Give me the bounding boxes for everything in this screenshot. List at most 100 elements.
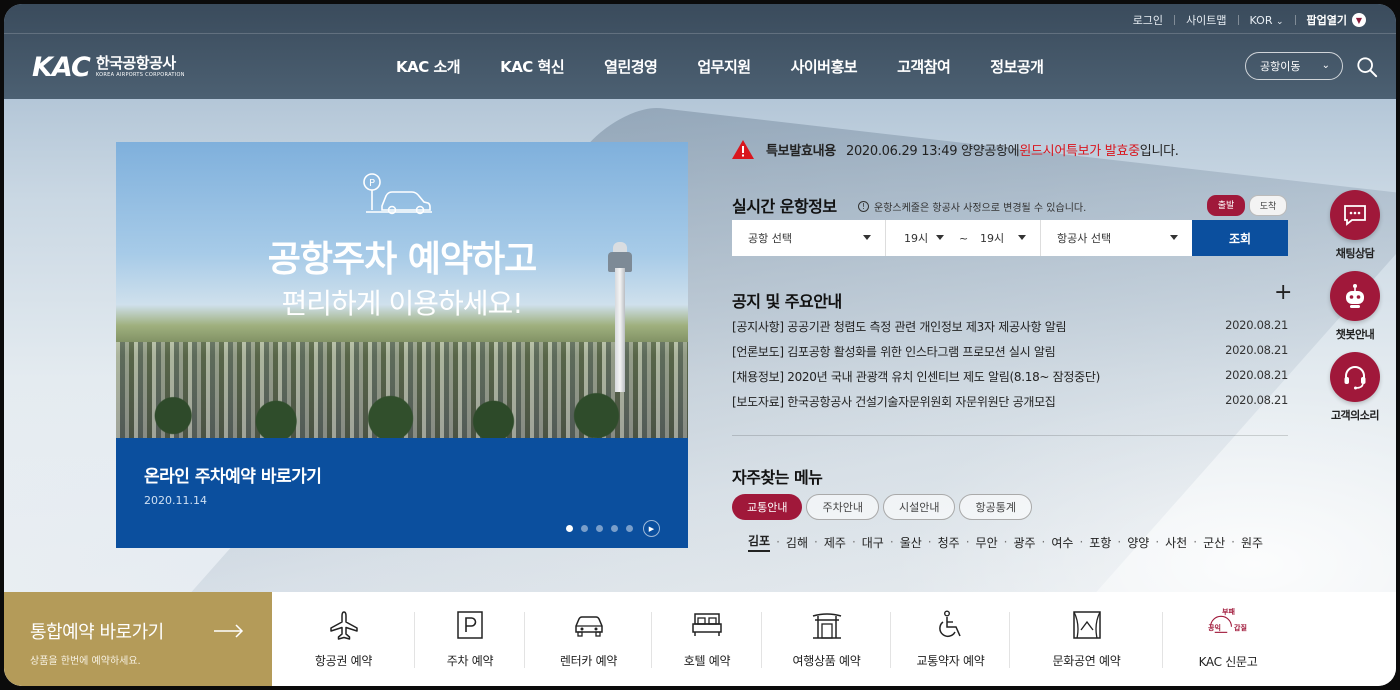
notice-item[interactable]: [언론보도] 김포공항 활성화를 위한 인스타그램 프로모션 실시 알림 2020… bbox=[732, 343, 1288, 368]
kac-sinmungo-button[interactable]: 부패 공익 갑질 KAC 신문고 bbox=[1163, 592, 1293, 686]
integrated-booking-link[interactable]: 통합예약 바로가기 상품을 한번에 예약하세요. bbox=[4, 592, 272, 686]
popup-open-button[interactable]: 팝업열기 ▼ bbox=[1307, 12, 1366, 28]
gnb-item[interactable]: KAC 혁신 bbox=[500, 56, 565, 77]
tour-booking-label: 여행상품 예약 bbox=[792, 653, 861, 668]
notice-item[interactable]: [보도자료] 한국공항공사 건설기술자문위원회 자문위원단 공개모집 2020.0… bbox=[732, 393, 1288, 418]
slide-dot[interactable] bbox=[566, 525, 573, 532]
city-link[interactable]: 울산 bbox=[900, 534, 922, 551]
sitemap-link[interactable]: 사이트맵 bbox=[1186, 12, 1226, 28]
flight-search-button[interactable]: 조회 bbox=[1192, 220, 1288, 256]
city-link[interactable]: 양양 bbox=[1127, 534, 1149, 551]
gnb-item[interactable]: 고객참여 bbox=[897, 56, 951, 77]
city-link[interactable]: 여수 bbox=[1051, 534, 1073, 551]
rentcar-booking-button[interactable]: 렌터카 예약 bbox=[525, 592, 652, 686]
language-select[interactable]: KOR ⌄ bbox=[1250, 14, 1284, 27]
time-from[interactable]: 19시 bbox=[904, 230, 928, 246]
hotel-booking-button[interactable]: 호텔 예약 bbox=[652, 592, 762, 686]
tab-facility[interactable]: 시설안내 bbox=[882, 494, 956, 520]
plus-icon[interactable]: + bbox=[1274, 282, 1292, 304]
city-separator: · bbox=[1155, 535, 1160, 549]
hero-caption-title[interactable]: 온라인 주차예약 바로가기 bbox=[144, 462, 322, 487]
notice-text: [채용정보] 2020년 국내 관광객 유치 인센티브 제도 알림(8.18~ … bbox=[732, 370, 1101, 384]
logo-korean: 한국공항공사 bbox=[95, 54, 176, 73]
slide-dot[interactable] bbox=[581, 525, 588, 532]
frequent-menu-title: 자주찾는 메뉴 bbox=[732, 468, 823, 487]
parking-icon bbox=[457, 610, 483, 639]
slide-dot[interactable] bbox=[611, 525, 618, 532]
tab-traffic[interactable]: 교통안내 bbox=[732, 494, 803, 520]
airport-select-label: 공항 선택 bbox=[748, 232, 792, 245]
airline-select[interactable]: 항공사 선택 bbox=[1041, 220, 1192, 256]
search-icon[interactable] bbox=[1356, 56, 1378, 78]
gnb-item[interactable]: 열린경영 bbox=[604, 56, 658, 77]
notice-item[interactable]: [채용정보] 2020년 국내 관광객 유치 인센티브 제도 알림(8.18~ … bbox=[732, 368, 1288, 393]
culture-booking-button[interactable]: 문화공연 예약 bbox=[1010, 592, 1163, 686]
badge-right-text: 갑질 bbox=[1234, 623, 1247, 632]
logo-mark: KAC bbox=[32, 52, 91, 83]
chat-consult-button[interactable]: 채팅상담 bbox=[1320, 190, 1390, 261]
tab-parking[interactable]: 주차안내 bbox=[806, 494, 879, 520]
chatbot-button[interactable]: 챗봇안내 bbox=[1320, 271, 1390, 342]
notice-title: 공지 및 주요안내 bbox=[732, 292, 842, 311]
gnb-item[interactable]: KAC 소개 bbox=[396, 56, 461, 77]
slide-dot[interactable] bbox=[596, 525, 603, 532]
palm-trees-image bbox=[116, 382, 688, 438]
caret-down-icon bbox=[1170, 235, 1178, 240]
flight-booking-button[interactable]: 항공권 예약 bbox=[272, 592, 415, 686]
city-link[interactable]: 포항 bbox=[1089, 534, 1111, 551]
chat-icon bbox=[1330, 190, 1380, 240]
quick-booking-bar: 통합예약 바로가기 상품을 한번에 예약하세요. 항공권 예약 주차 예약 렌터… bbox=[4, 592, 1396, 686]
city-link[interactable]: 광주 bbox=[1013, 534, 1035, 551]
hotel-booking-label: 호텔 예약 bbox=[683, 653, 731, 668]
notice-item[interactable]: [공지사항] 공공기관 청렴도 측정 관련 개인정보 제3자 제공사항 알림 20… bbox=[732, 318, 1288, 343]
city-separator: · bbox=[927, 535, 932, 549]
parking-booking-button[interactable]: 주차 예약 bbox=[415, 592, 525, 686]
kac-logo[interactable]: KAC 한국공항공사 KOREA AIRPORTS CORPORATION bbox=[32, 54, 185, 81]
time-range-select[interactable]: 19시 ~ 19시 bbox=[886, 220, 1041, 256]
hero-title: 공항주차 예약하고 bbox=[267, 239, 538, 280]
mobility-booking-button[interactable]: 교통약자 예약 bbox=[891, 592, 1010, 686]
caret-down-icon bbox=[863, 235, 871, 240]
util-divider bbox=[1237, 15, 1239, 25]
alert-text-highlight: 윈드시어특보가 발효중 bbox=[1019, 144, 1140, 159]
gnb-item[interactable]: 업무지원 bbox=[697, 56, 751, 77]
tour-booking-button[interactable]: 여행상품 예약 bbox=[762, 592, 891, 686]
language-label: KOR bbox=[1249, 13, 1273, 27]
city-link[interactable]: 김포 bbox=[748, 532, 771, 552]
login-link[interactable]: 로그인 bbox=[1133, 12, 1163, 28]
play-icon[interactable]: ▶ bbox=[643, 520, 660, 537]
city-separator: · bbox=[1079, 535, 1084, 549]
site-header: 로그인 사이트맵 KOR ⌄ 팝업열기 ▼ KAC 한국공항공사 KOREA AI… bbox=[4, 4, 1396, 99]
airport-select[interactable]: 공항 선택 bbox=[732, 220, 886, 256]
chevron-down-icon: ⌄ bbox=[1321, 60, 1330, 71]
gnb-item[interactable]: 사이버홍보 bbox=[791, 56, 858, 77]
city-link[interactable]: 제주 bbox=[824, 534, 846, 551]
city-link[interactable]: 무안 bbox=[976, 534, 998, 551]
city-link[interactable]: 김해 bbox=[786, 534, 808, 551]
city-link[interactable]: 대구 bbox=[862, 534, 884, 551]
notice-date: 2020.08.21 bbox=[1225, 368, 1288, 382]
alert-text-prefix: 2020.06.29 13:49 양양공항에 bbox=[845, 144, 1020, 159]
customer-voice-button[interactable]: 고객의소리 bbox=[1320, 352, 1390, 423]
airport-move-select[interactable]: 공항이동 ⌄ bbox=[1245, 52, 1343, 80]
tab-arrival[interactable]: 도착 bbox=[1249, 195, 1287, 216]
notice-date: 2020.08.21 bbox=[1225, 393, 1288, 407]
city-link[interactable]: 군산 bbox=[1203, 534, 1225, 551]
time-to[interactable]: 19시 bbox=[980, 230, 1004, 246]
hero-banner[interactable]: P 공항주차 예약하고 편리하게 이용하세요! 온라인 주차예약 바로가기 20… bbox=[116, 142, 688, 548]
gnb-item[interactable]: 정보공개 bbox=[990, 56, 1044, 77]
city-separator: · bbox=[851, 535, 856, 549]
city-link[interactable]: 원주 bbox=[1241, 534, 1263, 551]
flight-search-bar: 공항 선택 19시 ~ 19시 항공사 선택 조회 bbox=[732, 220, 1288, 256]
slide-dot[interactable] bbox=[626, 525, 633, 532]
slide-indicator: ▶ bbox=[566, 520, 668, 537]
tab-departure[interactable]: 출발 bbox=[1207, 195, 1245, 216]
theater-icon bbox=[1072, 610, 1101, 639]
city-link[interactable]: 사천 bbox=[1165, 534, 1187, 551]
tab-statistics[interactable]: 항공통계 bbox=[959, 494, 1032, 520]
robot-icon bbox=[1330, 271, 1380, 321]
city-link[interactable]: 청주 bbox=[938, 534, 960, 551]
time-tilde: ~ bbox=[959, 231, 969, 245]
flight-note-text: 운항스케줄은 항공사 사정으로 변경될 수 있습니다. bbox=[874, 203, 1087, 214]
hero-caption-date: 2020.11.14 bbox=[144, 494, 207, 507]
